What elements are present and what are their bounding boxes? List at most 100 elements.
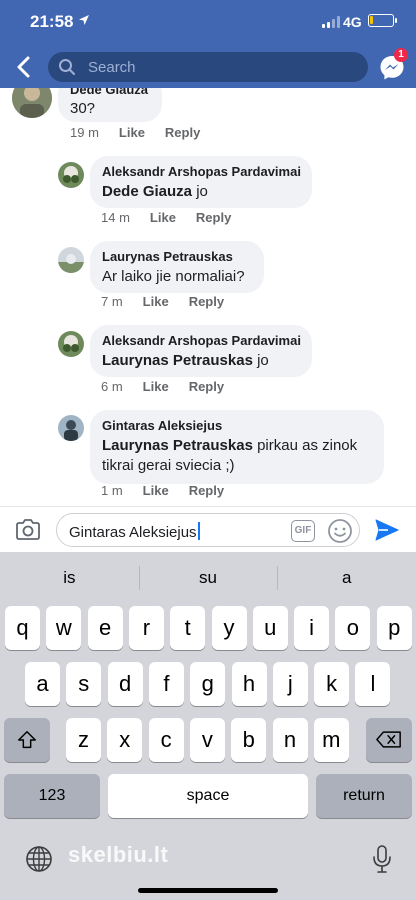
gif-button[interactable]: GIF: [291, 520, 315, 542]
key-j[interactable]: j: [272, 662, 308, 706]
reply-button[interactable]: Reply: [196, 210, 231, 225]
comment-thread: Dede Giauza 30? 19 m Like Reply Aleksand…: [0, 88, 416, 506]
comment-author[interactable]: Gintaras Aleksiejus: [102, 418, 372, 433]
key-n[interactable]: n: [272, 718, 308, 762]
globe-icon[interactable]: [24, 844, 54, 874]
backspace-icon: [376, 731, 401, 748]
like-button[interactable]: Like: [143, 483, 169, 498]
like-button[interactable]: Like: [143, 294, 169, 309]
comment-composer: Gintaras Aleksiejus GIF: [0, 506, 416, 552]
comment-bubble: Aleksandr Arshopas Pardavimai Laurynas P…: [90, 325, 312, 377]
search-icon: [59, 59, 75, 75]
reply-button[interactable]: Reply: [189, 294, 224, 309]
comment-author[interactable]: Dede Giauza: [70, 88, 150, 97]
comment-author[interactable]: Laurynas Petrauskas: [102, 249, 252, 264]
return-key[interactable]: return: [316, 774, 412, 818]
suggestion-bar: is su a: [0, 552, 416, 604]
shift-icon: [18, 731, 36, 749]
home-indicator: [138, 888, 278, 893]
key-f[interactable]: f: [148, 662, 184, 706]
like-button[interactable]: Like: [143, 379, 169, 394]
signal-icon: [322, 16, 340, 28]
suggestion[interactable]: su: [138, 552, 278, 604]
send-icon[interactable]: [374, 518, 400, 542]
comment-author[interactable]: Aleksandr Arshopas Pardavimai: [102, 333, 301, 348]
search-bar[interactable]: [48, 52, 368, 82]
comment-time: 14 m: [101, 210, 130, 225]
backspace-key[interactable]: [366, 718, 412, 762]
key-y[interactable]: y: [211, 606, 247, 650]
key-v[interactable]: v: [189, 718, 225, 762]
key-p[interactable]: p: [376, 606, 412, 650]
key-l[interactable]: l: [355, 662, 391, 706]
emoji-icon[interactable]: [327, 518, 353, 544]
search-input[interactable]: [88, 58, 348, 76]
suggestion[interactable]: a: [277, 552, 416, 604]
comment-bubble: Dede Giauza 30?: [58, 88, 162, 122]
key-g[interactable]: g: [190, 662, 226, 706]
comment-input[interactable]: Gintaras Aleksiejus GIF: [56, 513, 360, 547]
mention-link[interactable]: Dede Giauza: [102, 183, 192, 200]
avatar[interactable]: [58, 162, 84, 188]
comment-text: Dede Giauza jo: [102, 183, 208, 200]
shift-key[interactable]: [4, 718, 50, 762]
top-bar: 21:58 4G 1: [0, 0, 416, 88]
microphone-icon[interactable]: [372, 844, 392, 874]
network-type: 4G: [343, 14, 362, 30]
space-key[interactable]: space: [108, 774, 308, 818]
key-u[interactable]: u: [252, 606, 288, 650]
key-e[interactable]: e: [87, 606, 123, 650]
comment-text: 30?: [70, 100, 96, 117]
comment-text: Laurynas Petrauskas jo: [102, 352, 269, 369]
key-t[interactable]: t: [170, 606, 206, 650]
comment-time: 7 m: [101, 294, 123, 309]
comment-bubble: Aleksandr Arshopas Pardavimai Dede Giauz…: [90, 156, 312, 208]
comment-time: 6 m: [101, 379, 123, 394]
reply-button[interactable]: Reply: [189, 483, 224, 498]
key-r[interactable]: r: [128, 606, 164, 650]
comment-meta: 14 m Like Reply: [101, 210, 231, 225]
key-w[interactable]: w: [46, 606, 82, 650]
key-s[interactable]: s: [66, 662, 102, 706]
comment-meta: 7 m Like Reply: [101, 294, 224, 309]
comment-meta: 6 m Like Reply: [101, 379, 224, 394]
comment-bubble: Laurynas Petrauskas Ar laiko jie normali…: [90, 241, 264, 293]
messenger-badge: 1: [394, 48, 408, 62]
mention-link[interactable]: Laurynas Petrauskas: [102, 437, 253, 454]
location-arrow-icon: [79, 15, 89, 25]
avatar[interactable]: [58, 331, 84, 357]
key-q[interactable]: q: [5, 606, 40, 650]
reply-button[interactable]: Reply: [165, 125, 200, 140]
comment-meta: 19 m Like Reply: [70, 125, 200, 140]
back-arrow-icon[interactable]: [12, 54, 36, 80]
key-i[interactable]: i: [294, 606, 330, 650]
suggestion[interactable]: is: [0, 552, 139, 604]
comment-time: 19 m: [70, 125, 99, 140]
comment-author[interactable]: Aleksandr Arshopas Pardavimai: [102, 164, 301, 179]
mention-link[interactable]: Laurynas Petrauskas: [102, 352, 253, 369]
key-b[interactable]: b: [231, 718, 267, 762]
comment-text: Ar laiko jie normaliai?: [102, 268, 245, 285]
comment-text: Laurynas Petrauskas pirkau as zinok tikr…: [102, 437, 358, 474]
camera-icon[interactable]: [14, 517, 42, 543]
key-o[interactable]: o: [335, 606, 371, 650]
like-button[interactable]: Like: [150, 210, 176, 225]
numbers-key[interactable]: 123: [4, 774, 100, 818]
key-m[interactable]: m: [313, 718, 349, 762]
like-button[interactable]: Like: [119, 125, 145, 140]
key-a[interactable]: a: [25, 662, 60, 706]
key-h[interactable]: h: [231, 662, 267, 706]
key-z[interactable]: z: [66, 718, 101, 762]
battery-icon: [368, 14, 397, 27]
avatar[interactable]: [12, 88, 52, 118]
avatar[interactable]: [58, 247, 84, 273]
key-d[interactable]: d: [107, 662, 143, 706]
watermark: skelbiu.lt: [68, 842, 169, 867]
key-x[interactable]: x: [107, 718, 143, 762]
key-c[interactable]: c: [148, 718, 184, 762]
key-k[interactable]: k: [314, 662, 350, 706]
reply-button[interactable]: Reply: [189, 379, 224, 394]
avatar[interactable]: [58, 415, 84, 441]
keyboard: is su a qwertyuiop asdfghjkl zxcvbnm 123…: [0, 552, 416, 900]
text-caret: [197, 522, 200, 540]
